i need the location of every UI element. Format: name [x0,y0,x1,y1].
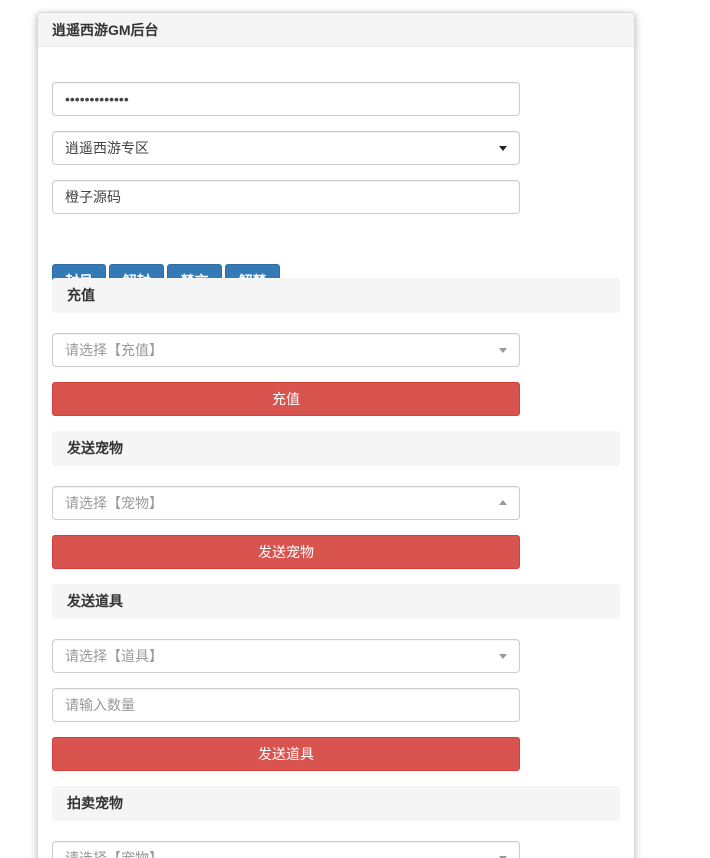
item-select[interactable]: 请选择【道具】 [52,639,520,673]
password-input[interactable]: ••••••••••••• [52,82,520,116]
recharge-select-placeholder: 请选择【充值】 [65,342,163,358]
send-item-button[interactable]: 发送道具 [52,737,520,771]
caret-down-icon [499,654,507,659]
recharge-select[interactable]: 请选择【充值】 [52,333,520,367]
quantity-input[interactable]: 请输入数量 [52,688,520,722]
caret-down-icon [499,146,507,151]
caret-down-icon [499,348,507,353]
panel-title: 逍遥西游GM后台 [38,13,634,47]
server-select[interactable]: 逍遥西游专区 [52,131,520,165]
auction-section-title: 拍卖宠物 [52,786,620,821]
recharge-section-title: 充值 [52,278,620,313]
caret-up-icon [499,500,507,505]
pet-select[interactable]: 请选择【宠物】 [52,486,520,520]
server-select-value: 逍遥西游专区 [65,140,149,156]
item-section-title: 发送道具 [52,584,620,619]
quantity-placeholder: 请输入数量 [65,697,135,713]
recharge-button[interactable]: 充值 [52,382,520,416]
role-name-input[interactable]: 橙子源码 [52,180,520,214]
pet-select-placeholder: 请选择【宠物】 [65,495,163,511]
send-pet-button[interactable]: 发送宠物 [52,535,520,569]
item-select-placeholder: 请选择【道具】 [65,648,163,664]
gm-panel: 逍遥西游GM后台 ••••••••••••• 逍遥西游专区 橙子源码 封号 解封… [37,12,635,858]
auction-select-placeholder: 请选择【宠物】 [65,850,163,858]
auction-pet-select[interactable]: 请选择【宠物】 [52,841,520,858]
pet-section-title: 发送宠物 [52,431,620,466]
